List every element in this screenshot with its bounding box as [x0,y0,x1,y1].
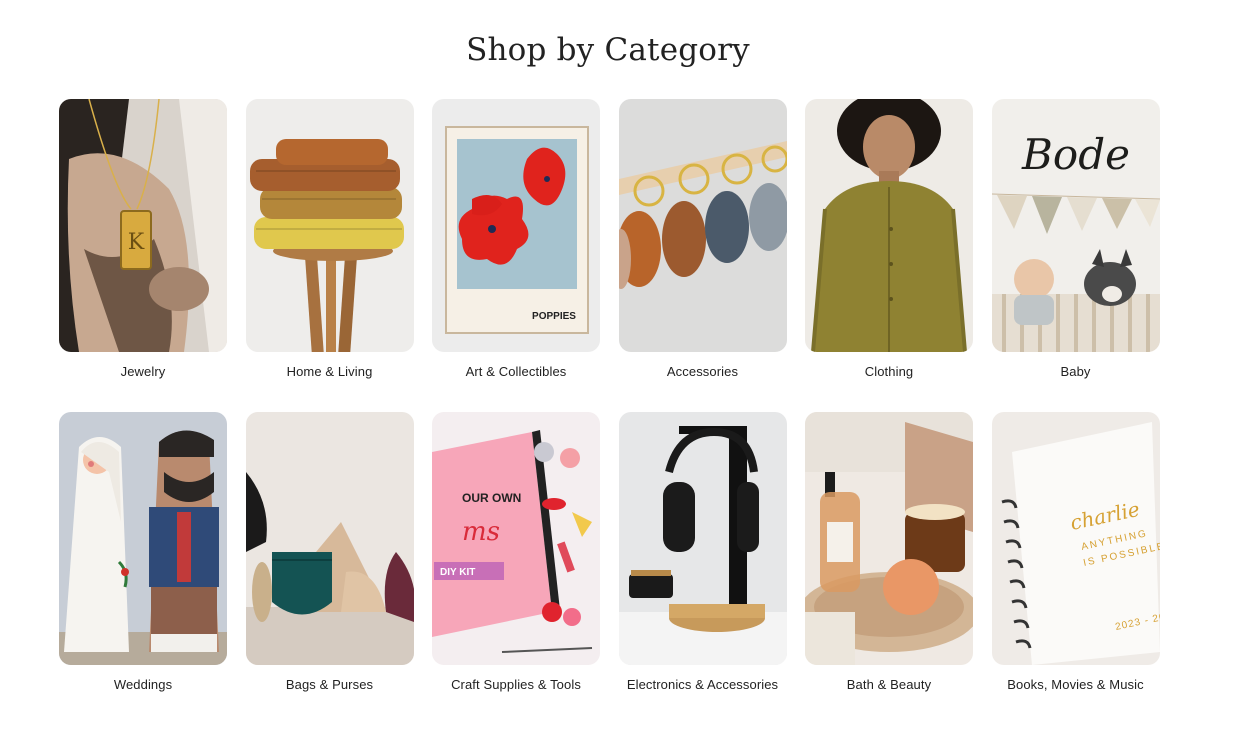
category-label: Books, Movies & Music [1007,677,1144,692]
category-image-baby: Bode [991,99,1160,352]
category-card-baby[interactable]: Bode Baby [991,99,1160,412]
poppies-print-text: POPPIES [532,311,576,322]
category-card-clothing[interactable]: Clothing [805,99,973,412]
category-image-accessories [618,99,787,352]
category-image-bags-purses [245,412,414,665]
category-label: Clothing [864,364,914,379]
category-card-bath-beauty[interactable]: Bath & Beauty [805,412,973,725]
category-label: Art & Collectibles [465,364,567,379]
category-image-clothing [805,99,973,352]
category-card-art-collectibles[interactable]: POPPIES Art & Collectibles [432,99,600,412]
category-label: Weddings [113,677,173,692]
category-card-bags-purses[interactable]: Bags & Purses [245,412,414,725]
category-label: Bath & Beauty [846,677,932,692]
category-card-jewelry[interactable]: K Jewelry [59,99,227,412]
section-title: Shop by Category [466,32,750,68]
kit-sub-text: DIY KIT [440,567,475,578]
category-label: Craft Supplies & Tools [451,677,581,692]
category-image-art-collectibles: POPPIES [432,99,600,352]
category-page: Shop by Category K Jewelry Home & Living… [0,0,1235,742]
category-image-craft-supplies-tools: OUR OWN ms DIY KIT [432,412,600,665]
svg-text:K: K [128,230,145,255]
category-image-weddings [59,412,227,665]
baby-sign-text: Bode [1021,130,1130,179]
category-card-electronics-accessories[interactable]: Electronics & Accessories [618,412,787,725]
category-image-bath-beauty [805,412,973,665]
category-label: Electronics & Accessories [626,677,779,692]
category-card-weddings[interactable]: Weddings [59,412,227,725]
category-image-jewelry: K [59,99,227,352]
category-image-home-living [245,99,414,352]
kit-title-text: OUR OWN [462,491,521,505]
category-label: Jewelry [120,364,166,379]
category-label: Baby [1060,364,1091,379]
category-label: Bags & Purses [285,677,374,692]
category-label: Home & Living [286,364,373,379]
category-card-craft-supplies-tools[interactable]: OUR OWN ms DIY KIT Craft Supplies & Tool… [432,412,600,725]
svg-text:ms: ms [462,517,500,547]
category-grid: K Jewelry Home & Living POPPIES Art & Co… [59,99,1160,725]
category-image-electronics-accessories [618,412,787,665]
category-card-accessories[interactable]: Accessories [618,99,787,412]
category-label: Accessories [666,364,739,379]
category-image-books-movies-music: charlie ANYTHING IS POSSIBLE 2023 - 2024 [991,412,1160,665]
category-card-home-living[interactable]: Home & Living [245,99,414,412]
category-card-books-movies-music[interactable]: charlie ANYTHING IS POSSIBLE 2023 - 2024… [991,412,1160,725]
